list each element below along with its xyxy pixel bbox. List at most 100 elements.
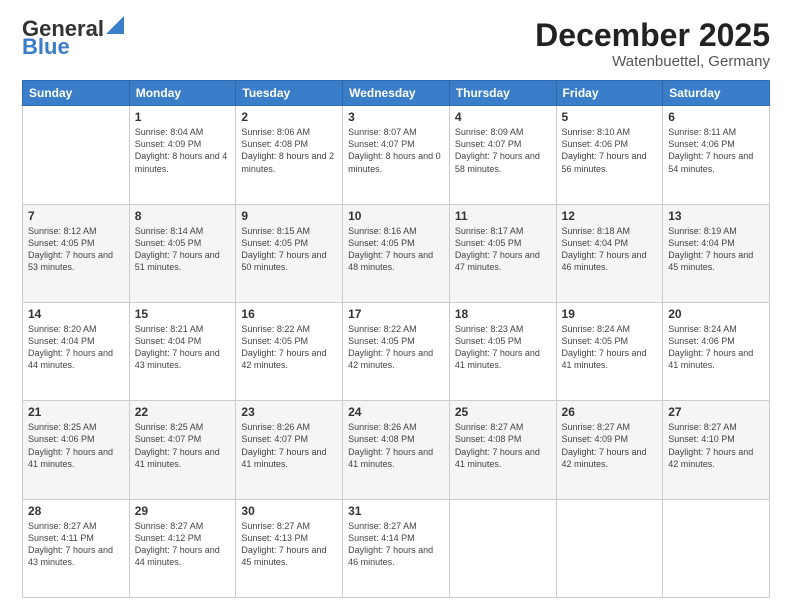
cell-info: Sunrise: 8:19 AMSunset: 4:04 PMDaylight:…	[668, 225, 764, 274]
day-number: 30	[241, 504, 337, 518]
col-wednesday: Wednesday	[343, 81, 450, 106]
calendar-cell: 19 Sunrise: 8:24 AMSunset: 4:05 PMDayligh…	[556, 302, 663, 400]
calendar-cell: 24Sunrise: 8:26 AMSunset: 4:08 PMDayligh…	[343, 401, 450, 499]
cell-info: Sunrise: 8:15 AMSunset: 4:05 PMDaylight:…	[241, 225, 337, 274]
calendar-cell: 4 Sunrise: 8:09 AMSunset: 4:07 PMDaylight…	[449, 106, 556, 204]
calendar-cell: 26 Sunrise: 8:27 AMSunset: 4:09 PMDayligh…	[556, 401, 663, 499]
cell-info: Sunrise: 8:21 AMSunset: 4:04 PMDaylight:…	[135, 323, 231, 372]
calendar-table: Sunday Monday Tuesday Wednesday Thursday…	[22, 80, 770, 598]
calendar-cell	[556, 499, 663, 597]
calendar-week-4: 21Sunrise: 8:25 AMSunset: 4:06 PMDayligh…	[23, 401, 770, 499]
calendar-cell: 12Sunrise: 8:18 AMSunset: 4:04 PMDayligh…	[556, 204, 663, 302]
day-number: 12	[562, 209, 658, 223]
calendar-week-5: 28 Sunrise: 8:27 AMSunset: 4:11 PMDayligh…	[23, 499, 770, 597]
day-number: 28	[28, 504, 124, 518]
calendar-cell: 21Sunrise: 8:25 AMSunset: 4:06 PMDayligh…	[23, 401, 130, 499]
day-number: 11	[455, 209, 551, 223]
day-number: 16	[241, 307, 337, 321]
calendar-week-3: 14 Sunrise: 8:20 AMSunset: 4:04 PMDayligh…	[23, 302, 770, 400]
day-number: 5	[562, 110, 658, 124]
day-number: 1	[135, 110, 231, 124]
calendar-cell: 11Sunrise: 8:17 AMSunset: 4:05 PMDayligh…	[449, 204, 556, 302]
cell-info: Sunrise: 8:25 AMSunset: 4:06 PMDaylight:…	[28, 421, 124, 470]
col-tuesday: Tuesday	[236, 81, 343, 106]
day-number: 31	[348, 504, 444, 518]
cell-info: Sunrise: 8:25 AMSunset: 4:07 PMDaylight:…	[135, 421, 231, 470]
col-saturday: Saturday	[663, 81, 770, 106]
cell-info: Sunrise: 8:24 AMSunset: 4:05 PMDaylight:…	[562, 323, 658, 372]
cell-info: Sunrise: 8:27 AMSunset: 4:10 PMDaylight:…	[668, 421, 764, 470]
cell-info: Sunrise: 8:22 AMSunset: 4:05 PMDaylight:…	[241, 323, 337, 372]
header: General Blue December 2025 Watenbuettel,…	[22, 18, 770, 70]
calendar-cell: 3Sunrise: 8:07 AMSunset: 4:07 PMDaylight…	[343, 106, 450, 204]
calendar-week-1: 1 Sunrise: 8:04 AMSunset: 4:09 PMDaylight…	[23, 106, 770, 204]
cell-info: Sunrise: 8:24 AMSunset: 4:06 PMDaylight:…	[668, 323, 764, 372]
calendar-cell: 22 Sunrise: 8:25 AMSunset: 4:07 PMDayligh…	[129, 401, 236, 499]
page: General Blue December 2025 Watenbuettel,…	[0, 0, 792, 612]
day-number: 17	[348, 307, 444, 321]
cell-info: Sunrise: 8:27 AMSunset: 4:14 PMDaylight:…	[348, 520, 444, 569]
day-number: 14	[28, 307, 124, 321]
day-number: 7	[28, 209, 124, 223]
calendar-cell: 18 Sunrise: 8:23 AMSunset: 4:05 PMDayligh…	[449, 302, 556, 400]
calendar-cell: 9 Sunrise: 8:15 AMSunset: 4:05 PMDaylight…	[236, 204, 343, 302]
day-number: 4	[455, 110, 551, 124]
day-number: 22	[135, 405, 231, 419]
calendar-cell: 30 Sunrise: 8:27 AMSunset: 4:13 PMDayligh…	[236, 499, 343, 597]
cell-info: Sunrise: 8:22 AMSunset: 4:05 PMDaylight:…	[348, 323, 444, 372]
day-number: 20	[668, 307, 764, 321]
cell-info: Sunrise: 8:20 AMSunset: 4:04 PMDaylight:…	[28, 323, 124, 372]
day-number: 13	[668, 209, 764, 223]
cell-info: Sunrise: 8:07 AMSunset: 4:07 PMDaylight:…	[348, 126, 444, 175]
cell-info: Sunrise: 8:27 AMSunset: 4:13 PMDaylight:…	[241, 520, 337, 569]
cell-info: Sunrise: 8:11 AMSunset: 4:06 PMDaylight:…	[668, 126, 764, 175]
cell-info: Sunrise: 8:06 AMSunset: 4:08 PMDaylight:…	[241, 126, 337, 175]
cell-info: Sunrise: 8:12 AMSunset: 4:05 PMDaylight:…	[28, 225, 124, 274]
calendar-cell: 5 Sunrise: 8:10 AMSunset: 4:06 PMDaylight…	[556, 106, 663, 204]
day-number: 9	[241, 209, 337, 223]
day-number: 23	[241, 405, 337, 419]
day-number: 15	[135, 307, 231, 321]
day-number: 27	[668, 405, 764, 419]
calendar-cell	[449, 499, 556, 597]
cell-info: Sunrise: 8:14 AMSunset: 4:05 PMDaylight:…	[135, 225, 231, 274]
day-number: 26	[562, 405, 658, 419]
calendar-cell: 7 Sunrise: 8:12 AMSunset: 4:05 PMDaylight…	[23, 204, 130, 302]
day-number: 8	[135, 209, 231, 223]
cell-info: Sunrise: 8:27 AMSunset: 4:11 PMDaylight:…	[28, 520, 124, 569]
day-number: 18	[455, 307, 551, 321]
month-title: December 2025	[535, 18, 770, 53]
location: Watenbuettel, Germany	[535, 53, 770, 70]
cell-info: Sunrise: 8:09 AMSunset: 4:07 PMDaylight:…	[455, 126, 551, 175]
calendar-cell: 16 Sunrise: 8:22 AMSunset: 4:05 PMDayligh…	[236, 302, 343, 400]
calendar-cell: 25Sunrise: 8:27 AMSunset: 4:08 PMDayligh…	[449, 401, 556, 499]
cell-info: Sunrise: 8:04 AMSunset: 4:09 PMDaylight:…	[135, 126, 231, 175]
calendar-cell	[663, 499, 770, 597]
day-number: 2	[241, 110, 337, 124]
cell-info: Sunrise: 8:26 AMSunset: 4:07 PMDaylight:…	[241, 421, 337, 470]
calendar-cell: 27 Sunrise: 8:27 AMSunset: 4:10 PMDayligh…	[663, 401, 770, 499]
col-monday: Monday	[129, 81, 236, 106]
col-thursday: Thursday	[449, 81, 556, 106]
cell-info: Sunrise: 8:16 AMSunset: 4:05 PMDaylight:…	[348, 225, 444, 274]
calendar-cell: 2 Sunrise: 8:06 AMSunset: 4:08 PMDaylight…	[236, 106, 343, 204]
calendar-week-2: 7 Sunrise: 8:12 AMSunset: 4:05 PMDaylight…	[23, 204, 770, 302]
day-number: 6	[668, 110, 764, 124]
calendar-cell: 15 Sunrise: 8:21 AMSunset: 4:04 PMDayligh…	[129, 302, 236, 400]
calendar-cell: 20 Sunrise: 8:24 AMSunset: 4:06 PMDayligh…	[663, 302, 770, 400]
calendar-cell: 17 Sunrise: 8:22 AMSunset: 4:05 PMDayligh…	[343, 302, 450, 400]
cell-info: Sunrise: 8:27 AMSunset: 4:09 PMDaylight:…	[562, 421, 658, 470]
calendar-cell: 10Sunrise: 8:16 AMSunset: 4:05 PMDayligh…	[343, 204, 450, 302]
col-sunday: Sunday	[23, 81, 130, 106]
calendar-cell: 23 Sunrise: 8:26 AMSunset: 4:07 PMDayligh…	[236, 401, 343, 499]
header-right: December 2025 Watenbuettel, Germany	[535, 18, 770, 70]
day-number: 29	[135, 504, 231, 518]
day-number: 19	[562, 307, 658, 321]
calendar-cell: 1 Sunrise: 8:04 AMSunset: 4:09 PMDaylight…	[129, 106, 236, 204]
cell-info: Sunrise: 8:10 AMSunset: 4:06 PMDaylight:…	[562, 126, 658, 175]
cell-info: Sunrise: 8:23 AMSunset: 4:05 PMDaylight:…	[455, 323, 551, 372]
col-friday: Friday	[556, 81, 663, 106]
calendar-cell: 29Sunrise: 8:27 AMSunset: 4:12 PMDayligh…	[129, 499, 236, 597]
calendar-cell: 6 Sunrise: 8:11 AMSunset: 4:06 PMDaylight…	[663, 106, 770, 204]
calendar-cell: 14 Sunrise: 8:20 AMSunset: 4:04 PMDayligh…	[23, 302, 130, 400]
